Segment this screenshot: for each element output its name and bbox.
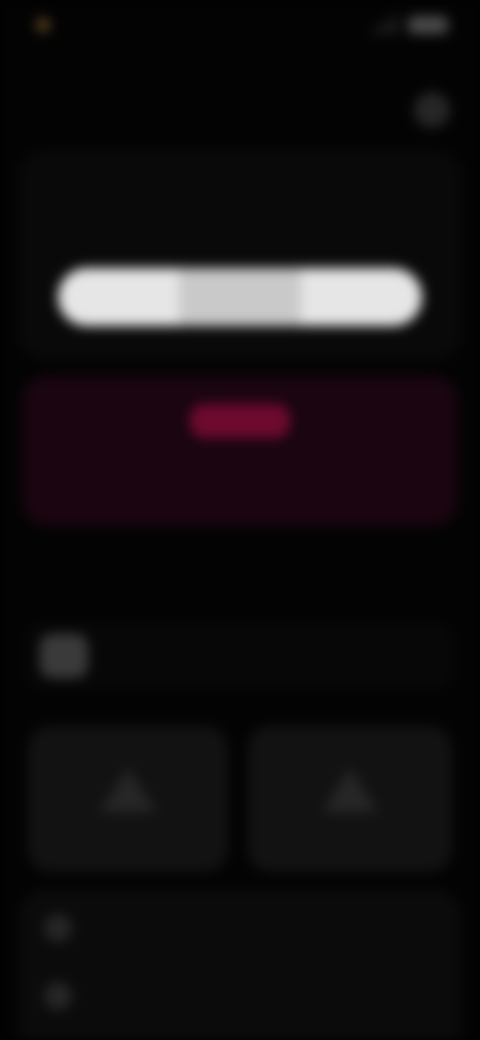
banner-badge: [190, 404, 290, 438]
app-screen: [0, 0, 480, 1040]
action-tile-left[interactable]: [28, 726, 228, 872]
status-bar: [0, 0, 480, 64]
list-item-settings[interactable]: [44, 914, 90, 942]
upload-icon: [322, 768, 378, 812]
help-icon: [44, 982, 72, 1010]
list-item-help[interactable]: [44, 982, 90, 1010]
battery-icon: [408, 16, 448, 34]
upload-icon: [100, 768, 156, 812]
settings-icon: [44, 914, 72, 942]
action-tile-right[interactable]: [248, 726, 452, 872]
record-dot-icon: [36, 18, 50, 32]
status-right: [373, 16, 448, 34]
status-left: [36, 18, 58, 32]
signal-icon: [373, 16, 398, 34]
segment-option[interactable]: [58, 268, 179, 326]
settings-list: [20, 890, 460, 1040]
top-card: [18, 150, 462, 360]
notice-avatar-icon: [40, 634, 88, 678]
notice-row[interactable]: [26, 622, 454, 690]
profile-icon[interactable]: [414, 92, 450, 128]
segmented-control[interactable]: [58, 268, 422, 326]
segment-option[interactable]: [301, 268, 422, 326]
app-header: [0, 84, 480, 140]
promo-banner[interactable]: [22, 376, 458, 526]
segment-option-selected[interactable]: [179, 268, 301, 326]
